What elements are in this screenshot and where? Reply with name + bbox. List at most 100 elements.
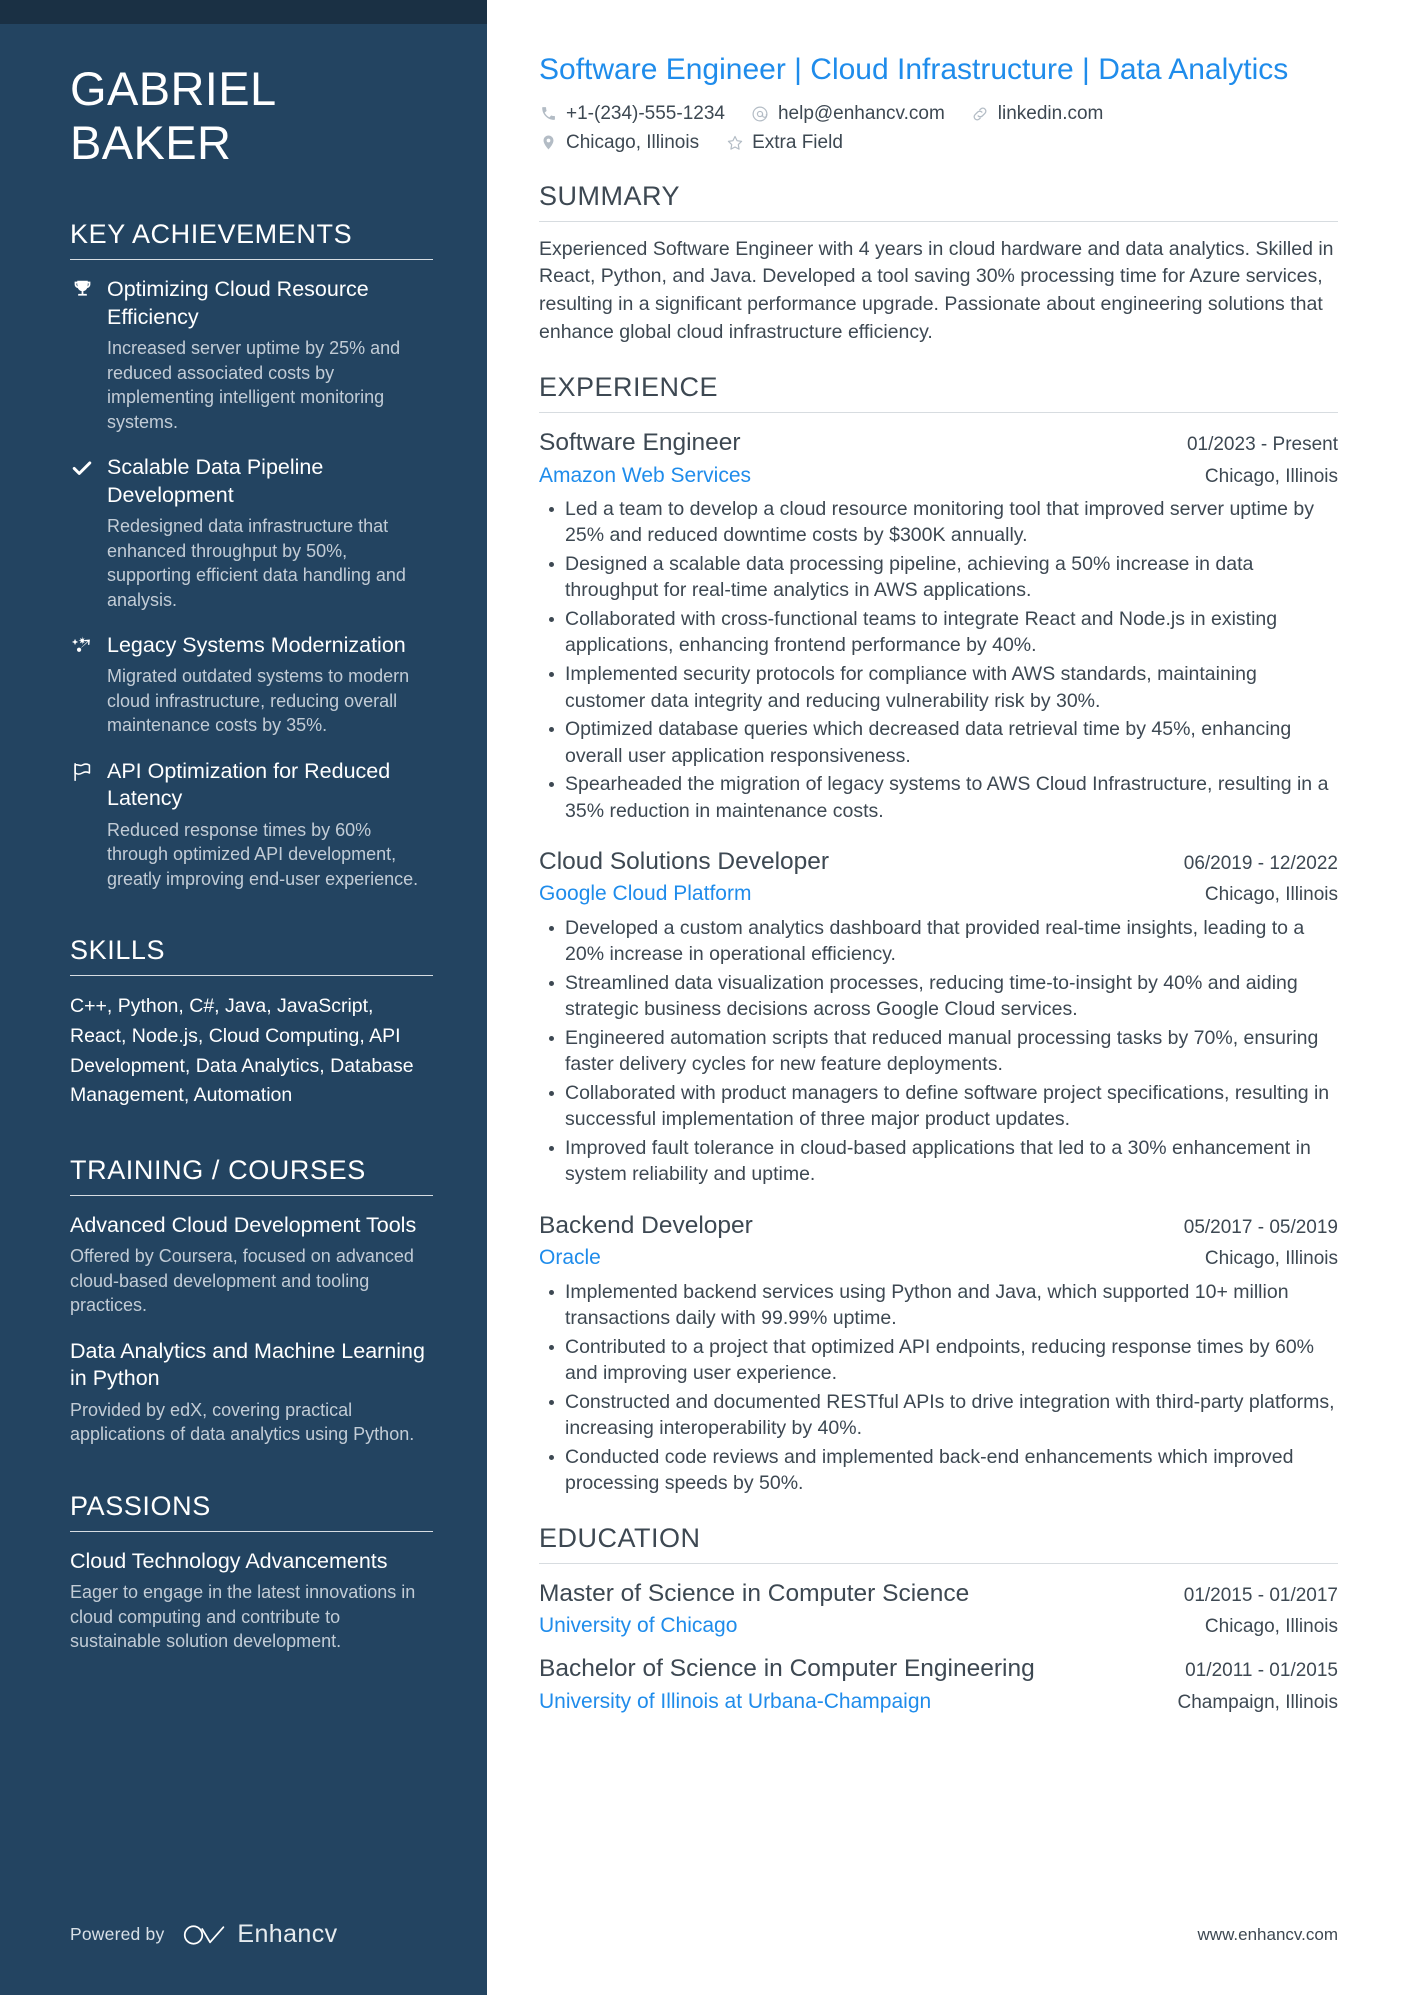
summary-text: Experienced Software Engineer with 4 yea… xyxy=(539,237,1334,343)
contact-phone[interactable]: +1-(234)-555-1234 xyxy=(539,102,725,126)
experience-entry-header: Cloud Solutions Developer 06/2019 - 12/2… xyxy=(539,846,1338,877)
course-title: Advanced Cloud Development Tools xyxy=(70,1212,417,1237)
education-entry-subheader: University of Chicago Chicago, Illinois xyxy=(539,1612,1338,1639)
location-pin-icon xyxy=(539,133,558,152)
education-entry: Master of Science in Computer Science 01… xyxy=(539,1578,1338,1640)
contact-location[interactable]: Chicago, Illinois xyxy=(539,131,699,155)
experience-entry-header: Backend Developer 05/2017 - 05/2019 xyxy=(539,1210,1338,1241)
education-institution[interactable]: University of Chicago xyxy=(539,1612,1185,1639)
experience-organization[interactable]: Oracle xyxy=(539,1244,1185,1271)
enhancv-wordmark: Enhancv xyxy=(237,1920,338,1948)
section-skills: SKILLS C++, Python, C#, Java, JavaScript… xyxy=(70,935,433,1111)
experience-entry-subheader: Google Cloud Platform Chicago, Illinois xyxy=(539,880,1338,907)
education-entry-subheader: University of Illinois at Urbana-Champai… xyxy=(539,1688,1338,1715)
course-item: Advanced Cloud Development Tools Offered… xyxy=(70,1212,433,1318)
achievement-item: API Optimization for Reduced Latency Red… xyxy=(70,758,433,891)
contact-extra-field[interactable]: Extra Field xyxy=(725,131,843,155)
experience-entry-header: Software Engineer 01/2023 - Present xyxy=(539,427,1338,458)
candidate-first-name: GABRIEL xyxy=(70,62,277,115)
bullet: Collaborated with product managers to de… xyxy=(549,1080,1338,1133)
achievement-item: Scalable Data Pipeline Development Redes… xyxy=(70,454,433,612)
experience-entry: Software Engineer 01/2023 - Present Amaz… xyxy=(539,427,1338,824)
headline-job-title: Software Engineer | Cloud Infrastructure… xyxy=(539,53,1289,86)
sidebar: GABRIEL BAKER KEY ACHIEVEMENTS Optimizin… xyxy=(0,0,487,1995)
sidebar-top-accent-bar xyxy=(0,0,487,24)
experience-heading: EXPERIENCE xyxy=(539,372,719,403)
experience-entry-subheader: Amazon Web Services Chicago, Illinois xyxy=(539,462,1338,489)
contact-email[interactable]: help@enhancv.com xyxy=(751,102,945,126)
experience-location: Chicago, Illinois xyxy=(1204,465,1338,487)
experience-date: 01/2023 - Present xyxy=(1186,434,1338,456)
training-heading: TRAINING / COURSES xyxy=(70,1154,366,1185)
passions-heading: PASSIONS xyxy=(70,1490,211,1521)
experience-bullets: Led a team to develop a cloud resource m… xyxy=(539,496,1338,824)
education-degree: Master of Science in Computer Science xyxy=(539,1579,970,1607)
course-item: Data Analytics and Machine Learning in P… xyxy=(70,1338,433,1447)
achievement-title: API Optimization for Reduced Latency xyxy=(107,758,391,811)
bullet: Engineered automation scripts that reduc… xyxy=(549,1025,1338,1078)
experience-entry: Backend Developer 05/2017 - 05/2019 Orac… xyxy=(539,1210,1338,1497)
powered-by-label: Powered by xyxy=(70,1924,165,1944)
section-training-courses: TRAINING / COURSES Advanced Cloud Develo… xyxy=(70,1155,433,1447)
flag-icon xyxy=(70,758,94,784)
section-experience: EXPERIENCE Software Engineer 01/2023 - P… xyxy=(539,372,1338,1496)
main-content: Software Engineer | Cloud Infrastructure… xyxy=(487,0,1410,1995)
course-description: Offered by Coursera, focused on advanced… xyxy=(70,1246,414,1316)
experience-date: 05/2017 - 05/2019 xyxy=(1183,1216,1338,1238)
enhancv-logo: Enhancv xyxy=(182,1920,337,1949)
contact-phone-value: +1-(234)-555-1234 xyxy=(566,103,725,124)
divider xyxy=(70,975,433,977)
achievement-title: Optimizing Cloud Resource Efficiency xyxy=(107,277,369,329)
contact-linkedin-value: linkedin.com xyxy=(997,103,1104,124)
passion-description: Eager to engage in the latest innovation… xyxy=(70,1582,416,1652)
candidate-last-name: BAKER xyxy=(70,115,232,169)
education-location: Champaign, Illinois xyxy=(1177,1691,1338,1713)
experience-date: 06/2019 - 12/2022 xyxy=(1183,853,1338,875)
education-date: 01/2015 - 01/2017 xyxy=(1183,1584,1338,1606)
achievement-item: Legacy Systems Modernization Migrated ou… xyxy=(70,632,433,738)
trophy-icon xyxy=(70,276,94,302)
contact-row-primary: +1-(234)-555-1234 help@enhancv.com linke… xyxy=(539,102,1338,126)
check-icon xyxy=(70,454,94,480)
achievement-item: Optimizing Cloud Resource Efficiency Inc… xyxy=(70,276,433,434)
course-title: Data Analytics and Machine Learning in P… xyxy=(70,1338,425,1391)
section-education: EDUCATION Master of Science in Computer … xyxy=(539,1523,1338,1715)
bullet: Conducted code reviews and implemented b… xyxy=(549,1444,1338,1497)
experience-location: Chicago, Illinois xyxy=(1204,884,1338,906)
course-description: Provided by edX, covering practical appl… xyxy=(70,1399,415,1445)
phone-icon xyxy=(539,104,558,123)
experience-role: Software Engineer xyxy=(539,429,741,457)
education-entry: Bachelor of Science in Computer Engineer… xyxy=(539,1653,1338,1715)
enhancv-mark-icon xyxy=(184,1924,225,1945)
divider xyxy=(70,259,433,261)
contact-info: +1-(234)-555-1234 help@enhancv.com linke… xyxy=(539,102,1338,155)
experience-entry: Cloud Solutions Developer 06/2019 - 12/2… xyxy=(539,846,1338,1188)
skills-heading: SKILLS xyxy=(70,935,166,966)
at-icon xyxy=(751,104,770,123)
passion-item: Cloud Technology Advancements Eager to e… xyxy=(70,1548,433,1654)
divider xyxy=(539,412,1338,414)
education-institution[interactable]: University of Illinois at Urbana-Champai… xyxy=(539,1688,1157,1715)
education-heading: EDUCATION xyxy=(539,1522,701,1553)
contact-linkedin[interactable]: linkedin.com xyxy=(971,102,1104,126)
bullet: Led a team to develop a cloud resource m… xyxy=(549,496,1338,549)
divider xyxy=(539,1562,1338,1564)
experience-role: Cloud Solutions Developer xyxy=(539,848,830,876)
summary-heading: SUMMARY xyxy=(539,180,681,211)
site-url: www.enhancv.com xyxy=(1197,1925,1338,1944)
link-icon xyxy=(971,104,990,123)
education-date: 01/2011 - 01/2015 xyxy=(1185,1660,1338,1682)
section-key-achievements: KEY ACHIEVEMENTS Optimizing Cloud Resour… xyxy=(70,219,433,891)
powered-by-footer: Powered by Enhancv xyxy=(70,1920,338,1949)
experience-organization[interactable]: Amazon Web Services xyxy=(539,462,1185,489)
achievement-title: Legacy Systems Modernization xyxy=(107,632,406,657)
experience-organization[interactable]: Google Cloud Platform xyxy=(539,880,1185,907)
candidate-name: GABRIEL BAKER xyxy=(70,62,433,169)
contact-location-value: Chicago, Illinois xyxy=(566,131,700,153)
bullet: Optimized database queries which decreas… xyxy=(549,716,1338,769)
achievement-title: Scalable Data Pipeline Development xyxy=(107,455,324,507)
education-degree: Bachelor of Science in Computer Engineer… xyxy=(539,1655,1035,1683)
skills-list: C++, Python, C#, Java, JavaScript, React… xyxy=(70,995,414,1107)
divider xyxy=(70,1530,433,1532)
key-achievements-heading: KEY ACHIEVEMENTS xyxy=(70,219,353,250)
